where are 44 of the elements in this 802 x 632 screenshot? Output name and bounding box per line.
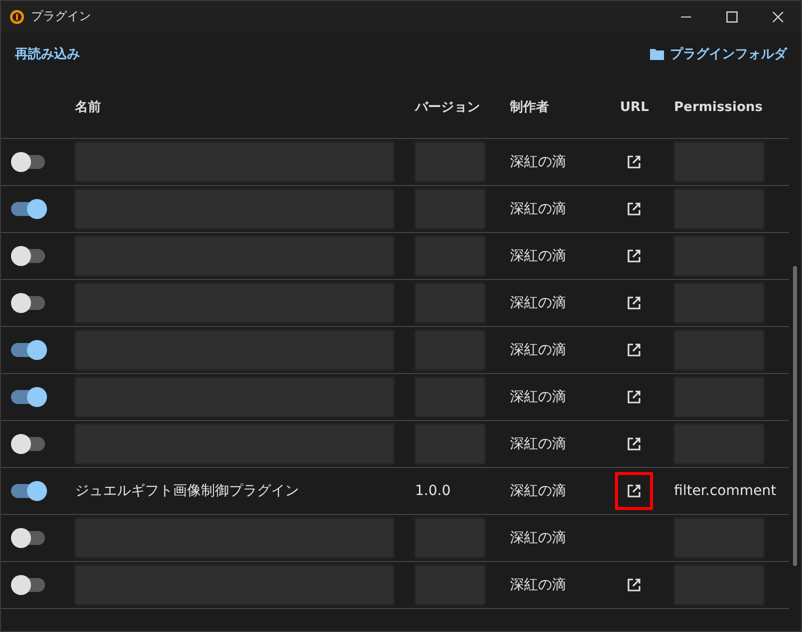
- column-header: 名前: [75, 100, 101, 115]
- external-link-icon: [626, 295, 642, 311]
- author-text: 深紅の滴: [510, 576, 566, 594]
- author-text: 深紅の滴: [510, 482, 566, 500]
- reload-link[interactable]: 再読み込み: [15, 45, 80, 63]
- external-link-icon: [626, 436, 642, 452]
- external-link-button[interactable]: [615, 472, 653, 510]
- toggle-switch[interactable]: [11, 387, 47, 407]
- column-header: 制作者: [510, 100, 549, 115]
- toggle-switch[interactable]: [11, 575, 47, 595]
- plugin-name: ジュエルギフト画像制御プラグイン: [75, 482, 299, 500]
- permission-text: filter.comment: [674, 483, 776, 499]
- external-link-icon: [626, 201, 642, 217]
- toggle-switch[interactable]: [11, 199, 47, 219]
- external-link-icon: [626, 154, 642, 170]
- plugin-folder-link[interactable]: プラグインフォルダ: [670, 45, 787, 63]
- author-text: 深紅の滴: [510, 247, 566, 265]
- folder-icon: [650, 48, 664, 60]
- external-link-icon: [626, 342, 642, 358]
- app-logo-icon: [9, 8, 25, 24]
- author-text: 深紅の滴: [510, 153, 566, 171]
- author-text: 深紅の滴: [510, 341, 566, 359]
- external-link-icon: [626, 483, 642, 499]
- window-title: プラグイン: [31, 8, 91, 25]
- toggle-switch[interactable]: [11, 293, 47, 313]
- toggle-switch[interactable]: [11, 528, 47, 548]
- external-link-icon: [626, 248, 642, 264]
- toggle-switch[interactable]: [11, 246, 47, 266]
- toggle-switch[interactable]: [11, 481, 47, 501]
- column-header: URL: [620, 100, 649, 115]
- column-header: Permissions: [674, 100, 763, 115]
- version-text: 1.0.0: [415, 483, 451, 499]
- author-text: 深紅の滴: [510, 200, 566, 218]
- column-header: バージョン: [415, 100, 480, 115]
- toggle-switch[interactable]: [11, 434, 47, 454]
- toggle-switch[interactable]: [11, 340, 47, 360]
- toggle-switch[interactable]: [11, 152, 47, 172]
- author-text: 深紅の滴: [510, 388, 566, 406]
- external-link-icon: [626, 577, 642, 593]
- external-link-icon: [626, 389, 642, 405]
- author-text: 深紅の滴: [510, 294, 566, 312]
- scrollbar-thumb[interactable]: [793, 266, 797, 566]
- author-text: 深紅の滴: [510, 529, 566, 547]
- author-text: 深紅の滴: [510, 435, 566, 453]
